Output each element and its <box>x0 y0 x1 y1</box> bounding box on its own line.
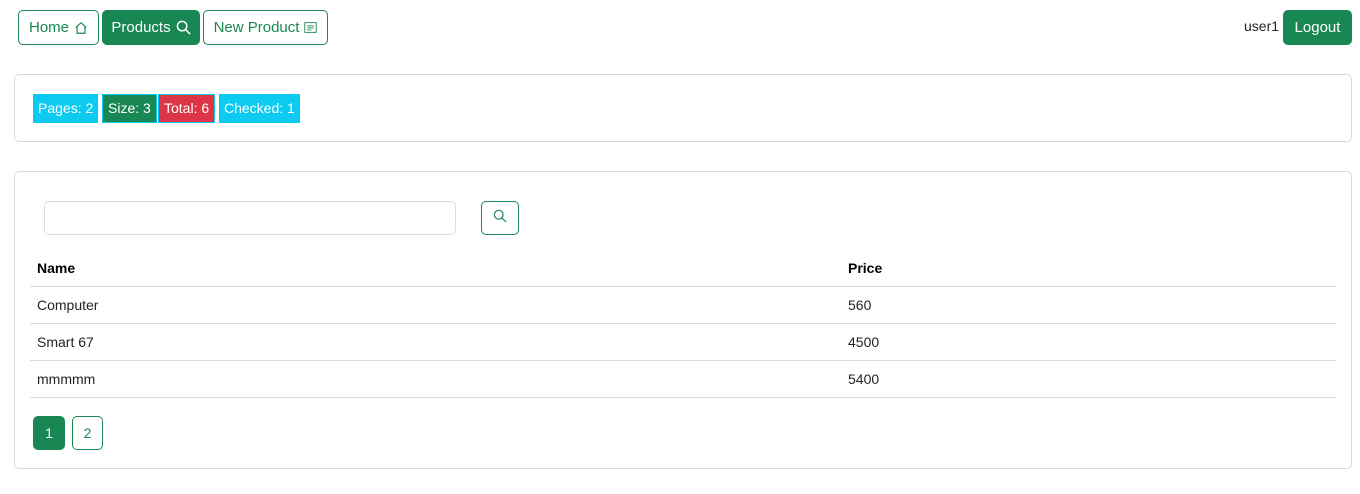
top-navbar: Home Products New Product user1 Logout <box>0 0 1360 56</box>
search-icon <box>493 209 507 228</box>
product-price-cell: 5400 <box>848 371 880 387</box>
total-badge: Total: 6 <box>158 94 216 123</box>
column-header-name: Name <box>37 260 76 276</box>
product-price-cell: 4500 <box>848 334 880 350</box>
new-product-button[interactable]: New Product <box>203 10 328 45</box>
column-header-price: Price <box>848 260 883 276</box>
form-icon <box>304 21 318 34</box>
table-row: Smart 67 4500 <box>30 324 1336 361</box>
product-name-cell: Computer <box>37 297 99 313</box>
page-button-2[interactable]: 2 <box>72 416 103 450</box>
table-row: mmmmm 5400 <box>30 361 1336 398</box>
table-header-row: Name Price <box>30 250 1336 287</box>
products-button-label: Products <box>111 19 171 36</box>
username-label: user1 <box>1244 18 1280 34</box>
logout-button[interactable]: Logout <box>1283 10 1352 45</box>
size-badge: Size: 3 <box>102 94 157 123</box>
search-icon <box>176 20 191 35</box>
home-button[interactable]: Home <box>18 10 99 45</box>
home-button-label: Home <box>28 19 69 36</box>
products-table: Name Price Computer 560 Smart 67 4500 mm… <box>30 250 1336 398</box>
logout-button-label: Logout <box>1294 19 1341 36</box>
product-price-cell: 560 <box>848 297 872 313</box>
new-product-button-label: New Product <box>213 19 300 36</box>
products-button[interactable]: Products <box>102 10 200 45</box>
search-input[interactable] <box>44 201 456 235</box>
home-icon <box>74 21 88 35</box>
pages-badge: Pages: 2 <box>33 94 99 123</box>
product-name-cell: Smart 67 <box>37 334 94 350</box>
table-row: Computer 560 <box>30 287 1336 324</box>
page-button-1[interactable]: 1 <box>33 416 65 450</box>
search-button[interactable] <box>481 201 519 235</box>
product-name-cell: mmmmm <box>37 371 96 387</box>
checked-badge: Checked: 1 <box>219 94 300 123</box>
